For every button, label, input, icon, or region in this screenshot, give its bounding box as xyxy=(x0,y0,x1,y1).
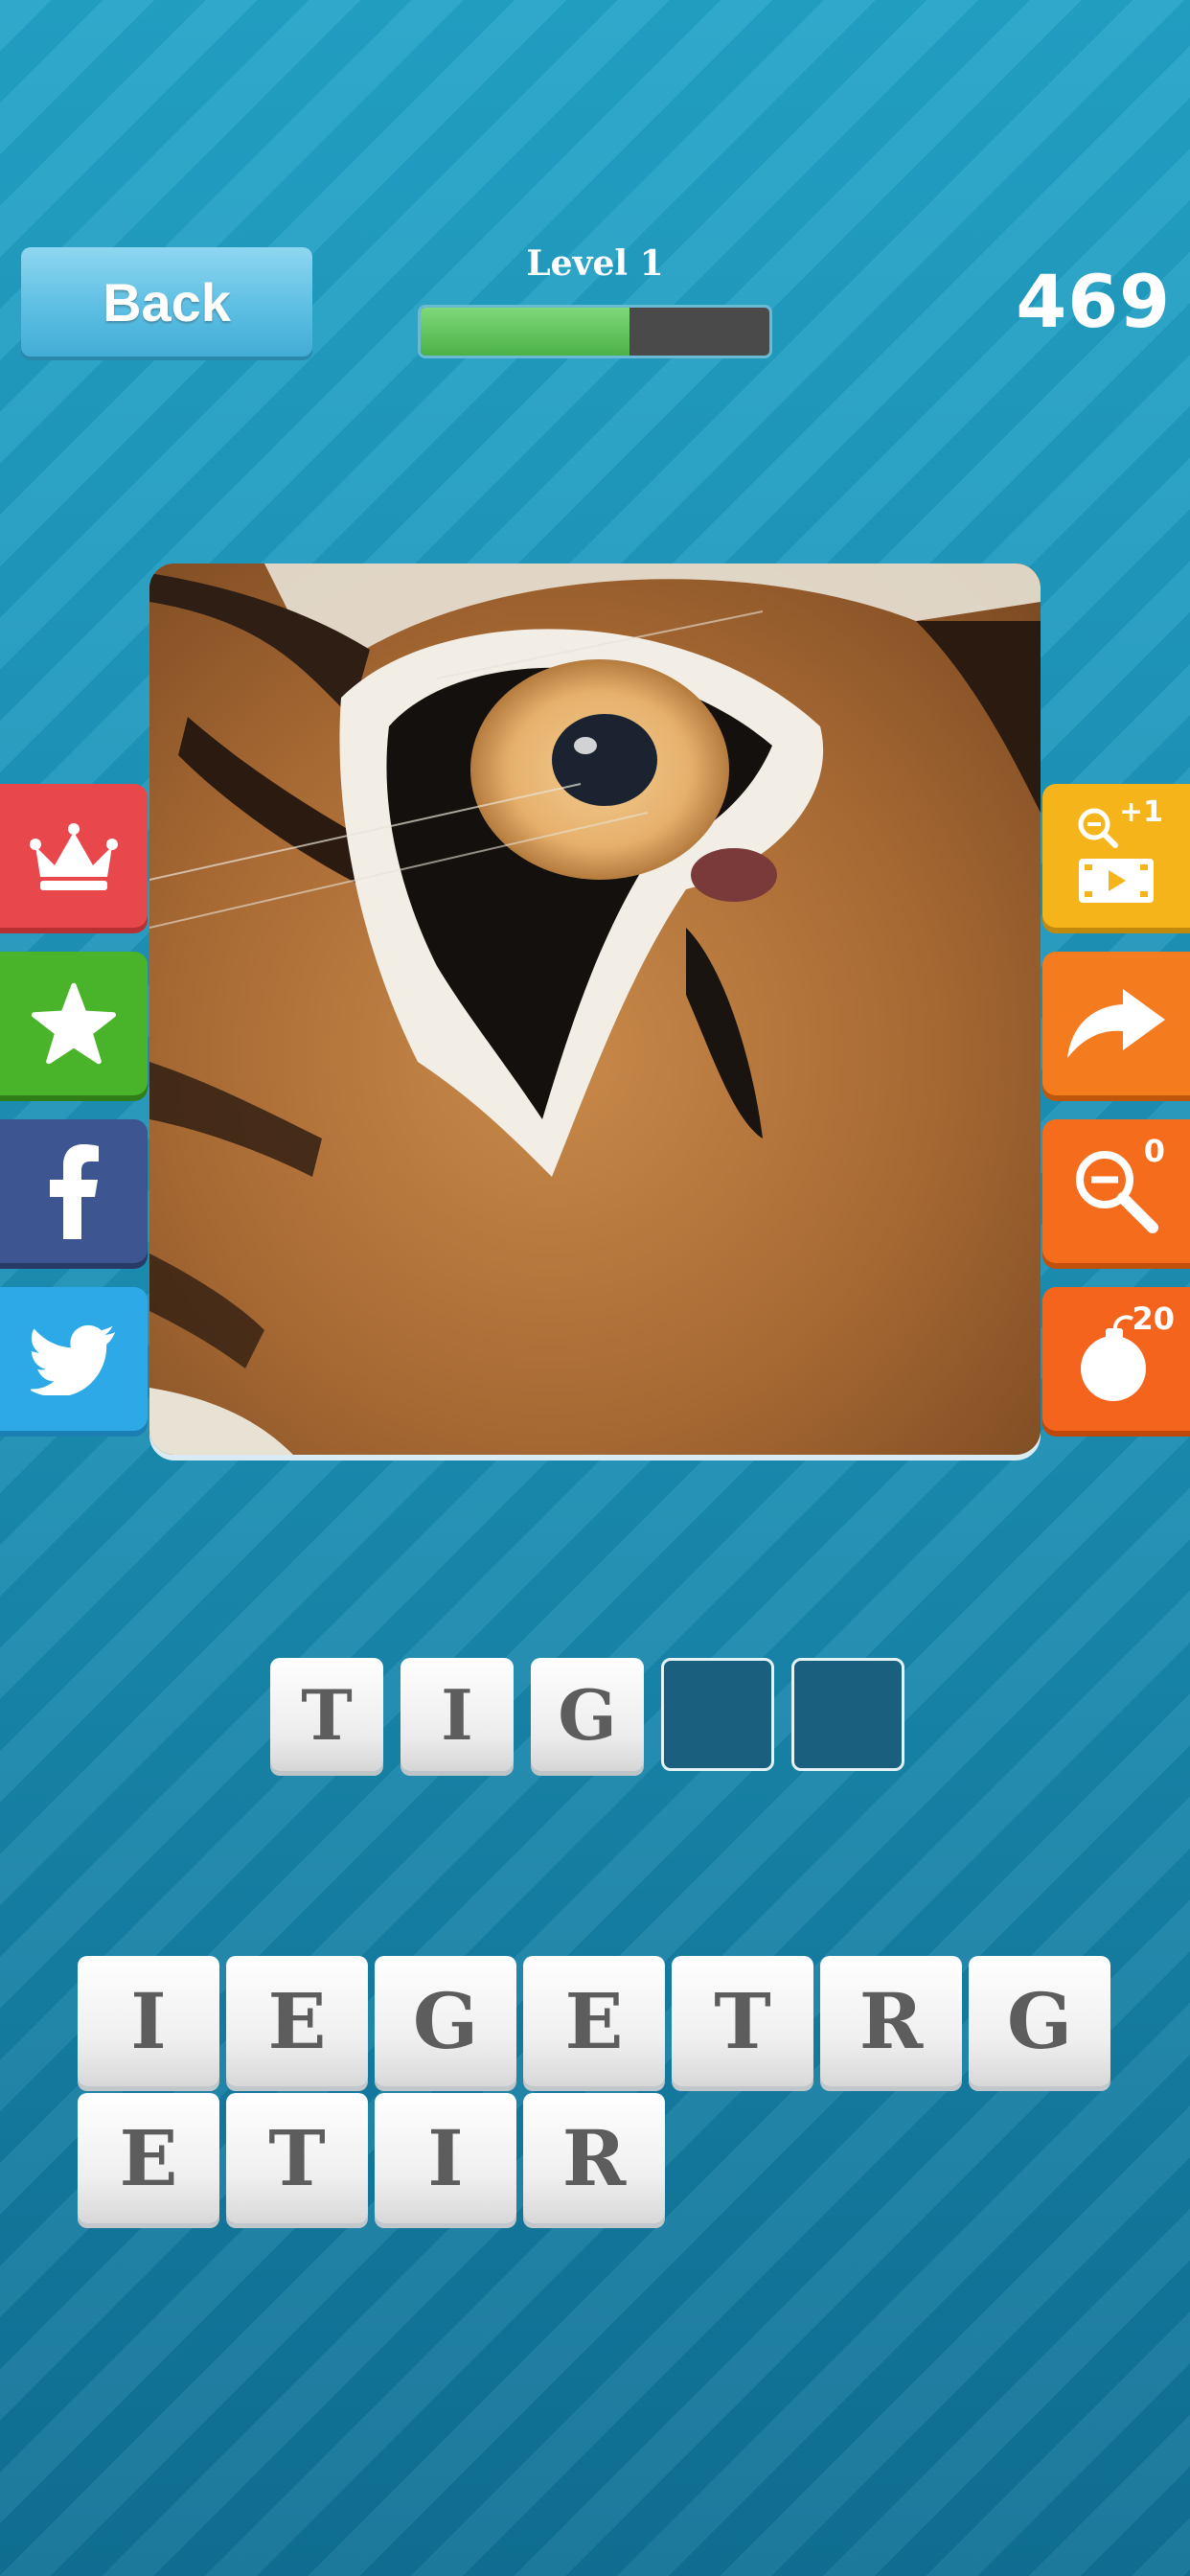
letter-tile[interactable]: R xyxy=(820,1956,962,2086)
coin-count: 469 xyxy=(1016,259,1171,344)
twitter-icon xyxy=(31,1324,116,1395)
answer-slot-empty[interactable] xyxy=(661,1658,774,1771)
zoom-out-hint-button[interactable]: 0 xyxy=(1042,1119,1190,1263)
answer-slot[interactable]: I xyxy=(400,1658,514,1771)
watch-video-hint-button[interactable]: +1 xyxy=(1042,784,1190,928)
rate-star-button[interactable] xyxy=(0,952,148,1095)
facebook-share-button[interactable] xyxy=(0,1119,148,1263)
answer-slot[interactable]: G xyxy=(531,1658,644,1771)
letter-tile[interactable]: T xyxy=(226,2093,368,2223)
crown-icon xyxy=(30,823,118,890)
letter-tile[interactable]: G xyxy=(375,1956,516,2086)
answer-slot[interactable]: T xyxy=(270,1658,383,1771)
letter-tile[interactable]: E xyxy=(523,1956,665,2086)
letter-tile[interactable]: E xyxy=(226,1956,368,2086)
level-progress-bar xyxy=(418,305,772,358)
level-progress-fill xyxy=(421,308,630,356)
back-button[interactable]: Back xyxy=(21,247,312,356)
zoom-out-count-badge: 0 xyxy=(1143,1133,1165,1169)
level-label: Level 1 xyxy=(526,243,664,284)
letter-tile[interactable]: T xyxy=(672,1956,813,2086)
share-arrow-icon xyxy=(1067,989,1165,1058)
letter-tile[interactable]: E xyxy=(78,2093,219,2223)
puzzle-image xyxy=(149,564,1041,1455)
letter-tile[interactable]: I xyxy=(78,1956,219,2086)
star-icon xyxy=(31,982,117,1065)
letter-tile[interactable]: I xyxy=(375,2093,516,2223)
answer-slot-empty[interactable] xyxy=(791,1658,904,1771)
skip-share-button[interactable] xyxy=(1042,952,1190,1095)
letter-tile[interactable]: G xyxy=(969,1956,1110,2086)
bomb-hint-button[interactable]: 20 xyxy=(1042,1287,1190,1431)
video-hint-badge: +1 xyxy=(1118,795,1163,829)
tiger-eye-image xyxy=(149,564,1041,1455)
facebook-icon xyxy=(50,1144,99,1239)
bomb-count-badge: 20 xyxy=(1132,1300,1175,1337)
letter-tile[interactable]: R xyxy=(523,2093,665,2223)
leaderboard-crown-button[interactable] xyxy=(0,784,148,928)
twitter-share-button[interactable] xyxy=(0,1287,148,1431)
